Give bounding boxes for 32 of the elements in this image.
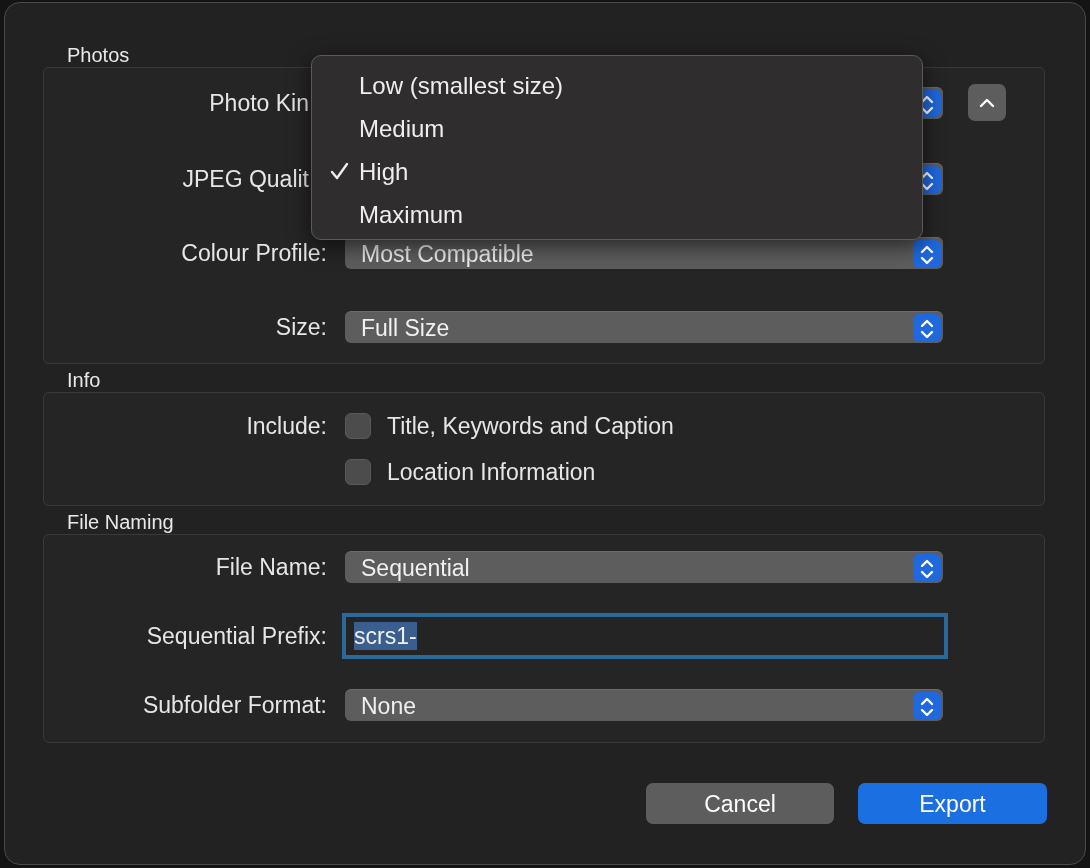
chevrons-icon xyxy=(913,313,941,342)
field-label: Colour Profile: xyxy=(180,239,327,267)
collapse-button[interactable] xyxy=(968,84,1006,121)
menu-item[interactable]: Low (smallest size) xyxy=(312,64,922,107)
section-title: Photos xyxy=(67,43,131,67)
field-label: Subfolder Format: xyxy=(141,691,327,719)
checkmark-icon xyxy=(330,161,349,180)
chevrons-icon xyxy=(913,239,941,268)
checkbox[interactable] xyxy=(345,459,371,485)
input-field[interactable]: scrs1- xyxy=(342,613,948,659)
field-label: Photo Kin xyxy=(208,88,310,117)
checkbox[interactable] xyxy=(345,413,371,439)
chevrons-icon xyxy=(913,553,941,582)
field-label: File Name: xyxy=(214,553,327,581)
section-title: File Naming xyxy=(67,510,175,534)
chevron-icon xyxy=(979,97,995,108)
field-label: Sequential Prefix: xyxy=(145,622,327,650)
menu-item[interactable]: Maximum xyxy=(312,193,922,236)
chevrons-icon xyxy=(913,691,941,720)
field-label: JPEG Qualit xyxy=(181,165,310,193)
dropdown[interactable]: None xyxy=(345,689,943,721)
dropdown[interactable]: Sequential xyxy=(345,551,943,583)
section-title: Info xyxy=(67,368,102,392)
checkbox-label[interactable]: Title, Keywords and Caption xyxy=(387,412,674,440)
menu-item[interactable]: Medium xyxy=(312,107,922,150)
checkbox-label[interactable]: Location Information xyxy=(387,458,596,486)
export-button[interactable]: Export xyxy=(858,783,1047,824)
cancel-button[interactable]: Cancel xyxy=(646,783,834,824)
field-label: Include: xyxy=(245,412,327,440)
field-label: Size: xyxy=(274,313,327,341)
dropdown[interactable]: Full Size xyxy=(345,311,943,343)
menu-item[interactable]: High xyxy=(312,150,922,193)
